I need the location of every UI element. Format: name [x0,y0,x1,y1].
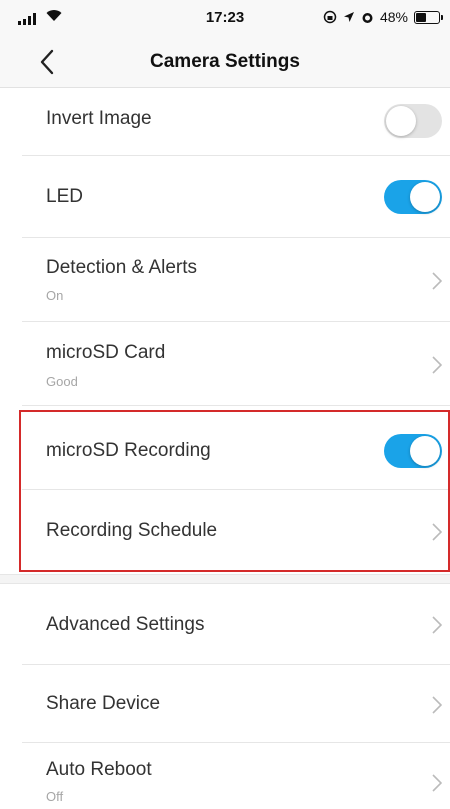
microsd-card-status: Good [46,374,78,389]
chevron-right-icon [432,616,442,634]
chevron-right-icon [432,696,442,714]
led-row: LED [22,156,450,238]
detection-alerts-row[interactable]: Detection & Alerts On [22,238,450,322]
invert-image-label: Invert Image [46,108,152,129]
chevron-right-icon [432,356,442,374]
recording-schedule-label: Recording Schedule [46,520,218,541]
microsd-recording-toggle[interactable] [384,434,442,468]
chevron-right-icon [432,523,442,541]
recording-schedule-row[interactable]: Recording Schedule [22,490,450,574]
auto-reboot-row[interactable]: Auto Reboot Off [22,743,450,809]
chevron-right-icon [432,272,442,290]
detection-alerts-label: Detection & Alerts [46,257,198,278]
invert-image-row: Invert Image [22,88,450,156]
section-divider [0,574,450,584]
share-device-label: Share Device [46,693,161,714]
microsd-recording-row: microSD Recording [22,408,450,490]
share-device-row[interactable]: Share Device [22,665,450,743]
microsd-card-label: microSD Card [46,342,166,363]
microsd-card-row[interactable]: microSD Card Good [22,322,450,406]
auto-reboot-value: Off [46,789,64,804]
advanced-settings-label: Advanced Settings [46,614,205,635]
led-toggle[interactable] [384,180,442,214]
screen-lock-icon [323,10,337,24]
location-icon [343,12,354,22]
auto-reboot-label: Auto Reboot [46,759,152,780]
battery-percent: 48% [379,9,408,25]
advanced-settings-row[interactable]: Advanced Settings [22,585,450,665]
battery-icon [414,10,443,24]
navigation-bar: Camera Settings [0,36,450,88]
page-title: Camera Settings [150,51,300,72]
detection-alerts-value: On [46,288,64,303]
led-label: LED [46,186,83,207]
chevron-right-icon [432,774,442,792]
microsd-recording-label: microSD Recording [46,440,211,461]
status-bar: 17:23 48% [0,0,450,36]
battery-level [416,12,427,22]
alarm-icon [362,12,373,23]
invert-image-toggle[interactable] [384,104,442,138]
